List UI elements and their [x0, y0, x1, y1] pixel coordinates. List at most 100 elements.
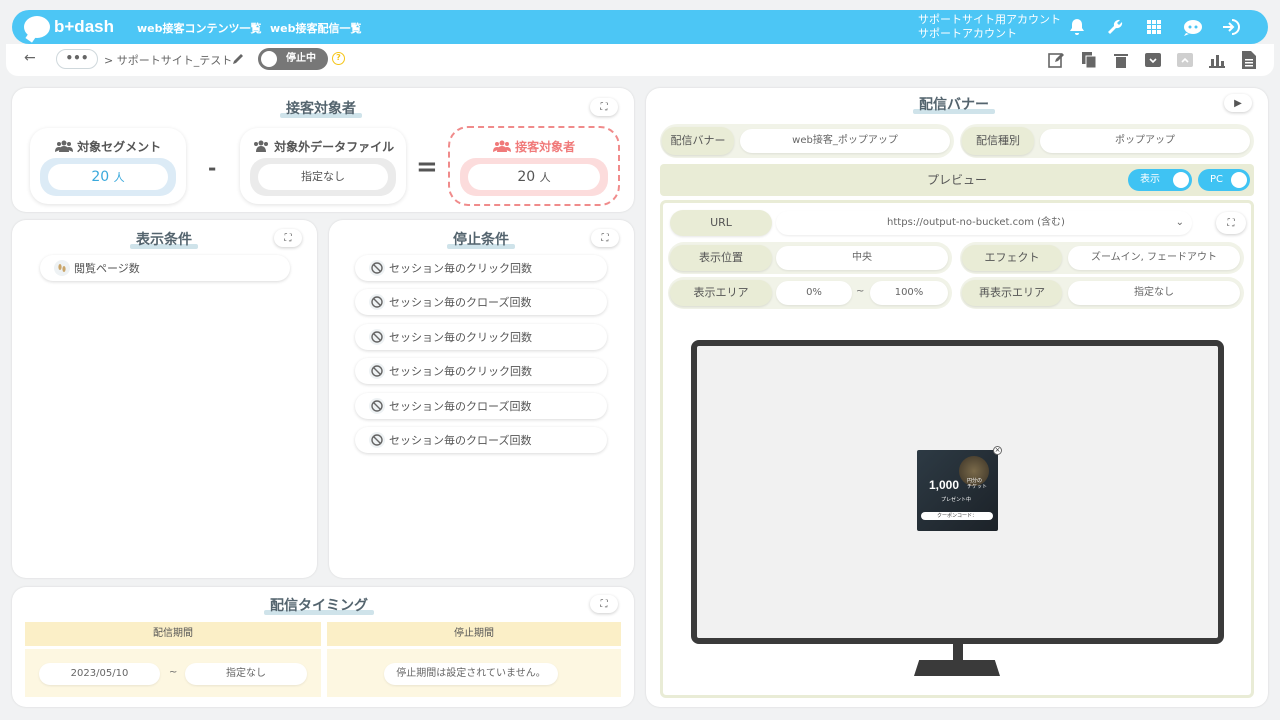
chevron-down-icon: ⌄	[1175, 217, 1184, 228]
stop-condition-label: セッション毎のクローズ回数	[389, 400, 532, 413]
result-title: 接客対象者	[450, 138, 618, 155]
redisplay-label: 再表示エリア	[962, 280, 1062, 306]
nav-delivery-list-link[interactable]: web接客配信一覧	[270, 20, 362, 36]
unarchive-icon[interactable]	[1175, 50, 1195, 70]
effect-value[interactable]: ズームイン, フェードアウト	[1068, 246, 1240, 270]
segment-title: 対象セグメント	[30, 138, 186, 155]
prohibit-icon	[369, 329, 385, 345]
display-conditions-title: 表示条件	[130, 229, 198, 249]
stop-condition-item[interactable]: セッション毎のクリック回数	[355, 358, 607, 384]
area-label: 表示エリア	[670, 280, 772, 306]
toggle-knob	[261, 51, 277, 67]
breadcrumb-more-button[interactable]: •••	[56, 49, 98, 69]
redisplay-value[interactable]: 指定なし	[1068, 281, 1240, 305]
condition-item-page-views[interactable]: 閲覧ページ数	[40, 255, 290, 281]
stop-condition-label: セッション毎のクリック回数	[389, 331, 532, 344]
stop-condition-item[interactable]: セッション毎のクリック回数	[355, 255, 607, 281]
banner-value[interactable]: web接客_ポップアップ	[740, 129, 950, 153]
timing-title: 配信タイミング	[264, 595, 374, 615]
stop-condition-label: セッション毎のクローズ回数	[389, 434, 532, 447]
coupon-code-bar: クーポンコード：	[921, 512, 993, 520]
equals-operator: =	[416, 152, 438, 182]
bell-icon[interactable]	[1065, 15, 1089, 39]
stop-condition-label: セッション毎のクリック回数	[389, 262, 532, 275]
popup-close-icon[interactable]: ×	[993, 446, 1002, 455]
archive-icon[interactable]	[1143, 50, 1163, 70]
expand-icon[interactable]: ⛶	[590, 595, 618, 613]
stop-condition-item[interactable]: セッション毎のクローズ回数	[355, 393, 607, 419]
help-icon[interactable]: ?	[332, 52, 345, 65]
pc-toggle-label: PC	[1210, 174, 1224, 185]
popup-banner-preview[interactable]: 1,000 円分の チケット プレゼント中 クーポンコード：	[917, 450, 998, 531]
end-date-field[interactable]: 指定なし	[185, 663, 307, 685]
bdash-logo[interactable]: b+dash	[24, 15, 114, 39]
grid-icon[interactable]	[1142, 15, 1166, 39]
preview-label: プレビュー	[926, 173, 987, 187]
status-toggle-label: 停止中	[286, 53, 316, 64]
type-value[interactable]: ポップアップ	[1040, 129, 1250, 153]
stop-period-field: 停止期間は設定されていません。	[384, 663, 558, 685]
type-label: 配信種別	[962, 127, 1034, 155]
prohibit-icon	[369, 260, 385, 276]
segment-value: 20 人	[48, 164, 168, 190]
nav-content-list-link[interactable]: web接客コンテンツ一覧	[137, 20, 262, 36]
result-value: 20 人	[468, 164, 600, 190]
sub-toolbar: ← ••• > サポートサイト_テスト 停止中 ?	[6, 44, 1274, 76]
monitor-stand	[914, 660, 1000, 676]
expand-icon[interactable]: ⛶	[274, 229, 302, 247]
effect-label: エフェクト	[962, 245, 1062, 271]
stop-condition-item[interactable]: セッション毎のクリック回数	[355, 324, 607, 350]
expand-icon[interactable]: ⛶	[590, 98, 618, 116]
prohibit-icon	[369, 363, 385, 379]
result-target-box[interactable]: 接客対象者 20 人	[448, 126, 620, 206]
pc-toggle[interactable]: PC	[1198, 169, 1250, 191]
expand-icon[interactable]: ⛶	[1216, 212, 1246, 234]
area-to-value[interactable]: 100%	[870, 281, 948, 305]
timing-card: 配信タイミング ⛶ 配信期間 停止期間 2023/05/10 ~ 指定なし 停止…	[12, 587, 634, 707]
area-from-value[interactable]: 0%	[776, 281, 852, 305]
toggle-knob	[1173, 172, 1189, 188]
account-info[interactable]: サポートサイト用アカウント サポートアカウント	[918, 13, 1061, 41]
copy-icon[interactable]	[1079, 50, 1099, 70]
edit-icon[interactable]	[1046, 50, 1066, 70]
popup-amount: 1,000	[929, 478, 960, 492]
show-toggle-label: 表示	[1140, 174, 1160, 185]
delete-icon[interactable]	[1111, 50, 1131, 70]
target-card: 接客対象者 ⛶ 対象セグメント 20 人 - 対象外データファイル 指定なし =…	[12, 88, 634, 212]
stop-conditions-card: 停止条件 ⛶ セッション毎のクリック回数 セッション毎のクローズ回数 セッション…	[329, 220, 634, 578]
status-toggle[interactable]: 停止中	[258, 48, 328, 70]
toggle-knob	[1231, 172, 1247, 188]
account-name: サポートサイト用アカウント	[918, 13, 1061, 26]
report-icon[interactable]	[1207, 50, 1227, 70]
top-navigation-bar: b+dash web接客コンテンツ一覧 web接客配信一覧 サポートサイト用アカ…	[12, 10, 1268, 44]
expand-icon[interactable]: ⛶	[591, 229, 619, 247]
document-icon[interactable]	[1239, 50, 1259, 70]
popup-small-text: 円分の チケット	[967, 478, 988, 490]
position-value[interactable]: 中央	[776, 246, 948, 270]
url-label: URL	[670, 210, 772, 236]
url-select[interactable]: https://output-no-bucket.com (含む) ⌄	[776, 211, 1192, 235]
stop-condition-item[interactable]: セッション毎のクローズ回数	[355, 289, 607, 315]
prohibit-icon	[369, 432, 385, 448]
logo-bubble-icon	[24, 16, 50, 38]
stop-condition-item[interactable]: セッション毎のクローズ回数	[355, 427, 607, 453]
wrench-icon[interactable]	[1103, 15, 1127, 39]
pencil-icon[interactable]	[232, 52, 245, 68]
breadcrumb[interactable]: > サポートサイト_テスト	[104, 52, 232, 68]
stop-condition-label: セッション毎のクリック回数	[389, 365, 532, 378]
prohibit-icon	[369, 398, 385, 414]
logout-icon[interactable]	[1219, 15, 1243, 39]
banner-label: 配信バナー	[662, 127, 734, 155]
play-preview-icon[interactable]: ▶	[1224, 94, 1252, 112]
chat-bot-icon[interactable]	[1181, 15, 1205, 39]
target-segment-box[interactable]: 対象セグメント 20 人	[30, 128, 186, 204]
exclude-file-box[interactable]: 対象外データファイル 指定なし	[240, 128, 406, 204]
delivery-period-header: 配信期間	[25, 622, 321, 646]
show-toggle[interactable]: 表示	[1128, 169, 1192, 191]
prohibit-icon	[369, 294, 385, 310]
start-date-field[interactable]: 2023/05/10	[39, 663, 160, 685]
display-conditions-card: 表示条件 ⛶ 閲覧ページ数	[12, 220, 317, 578]
monitor-neck	[953, 644, 963, 662]
exclude-title: 対象外データファイル	[240, 138, 406, 155]
back-arrow-icon[interactable]: ←	[24, 50, 36, 66]
